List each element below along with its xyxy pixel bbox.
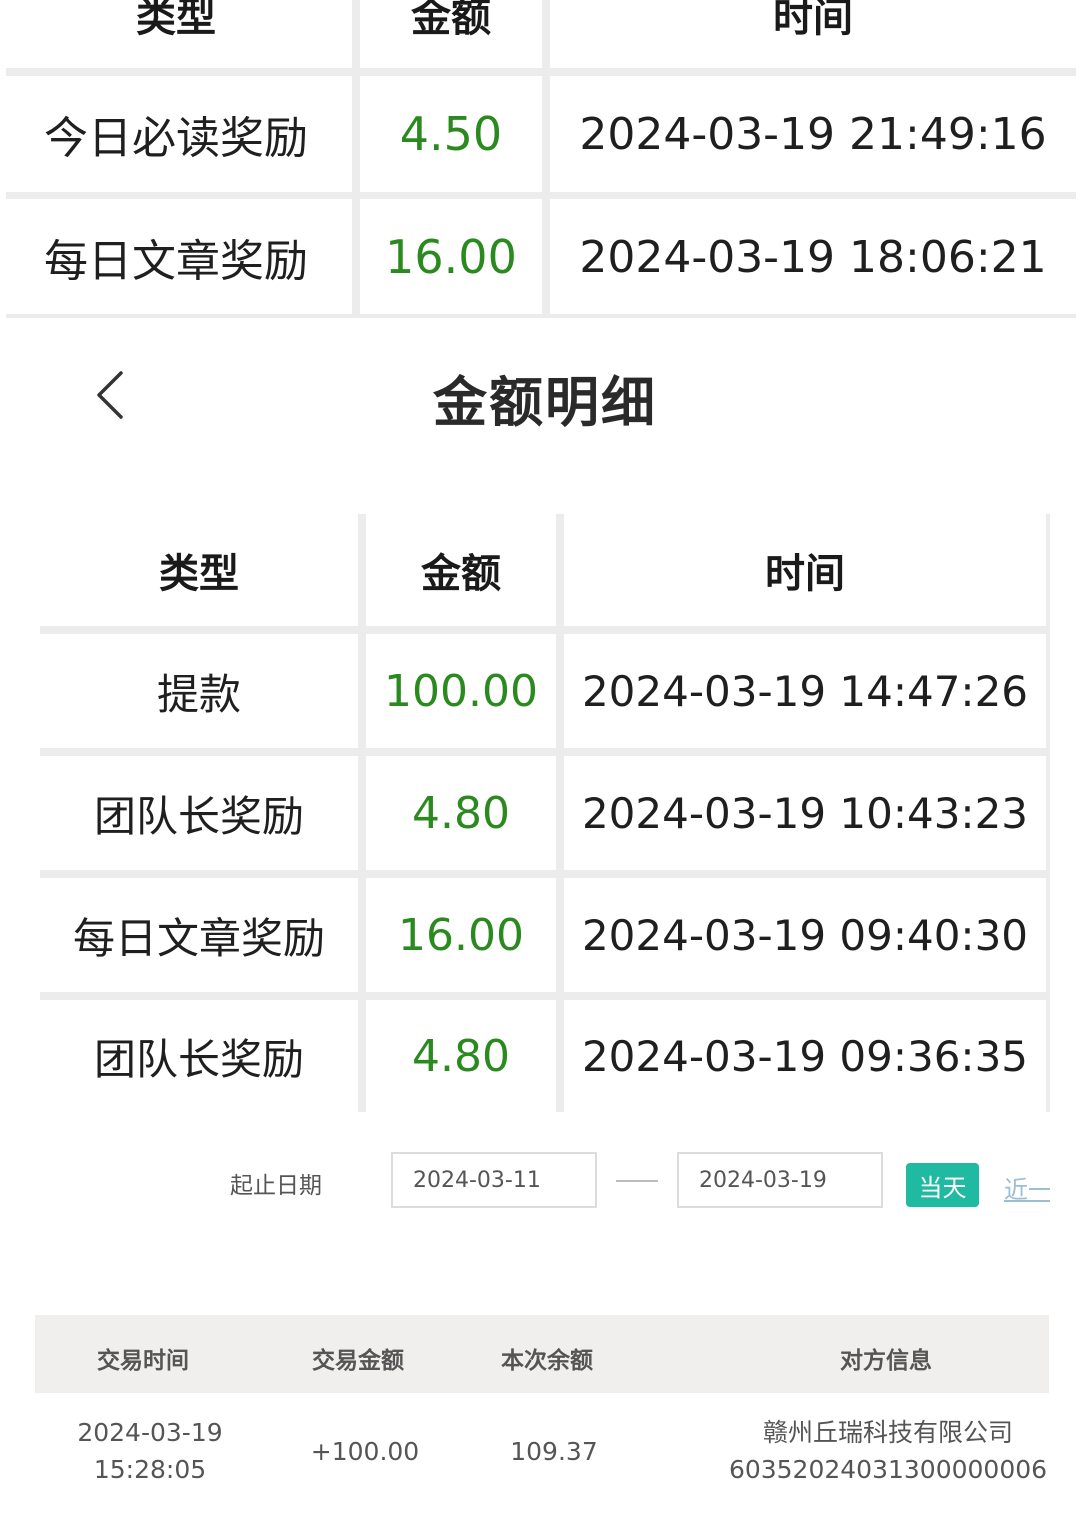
grid-line [542,0,550,316]
date-range-separator [616,1180,658,1182]
grid-line [40,626,1048,634]
tx-row-1-time: 2024-03-19 15:28:05 [60,1414,240,1488]
tx-header-amount: 交易金额 [312,1348,404,1374]
top-row-1-type: 今日必读奖励 [0,76,352,192]
tx-row-1-balance: 109.37 [510,1437,598,1466]
transaction-table-header: 交易时间 交易金额 本次余额 对方信息 [35,1315,1049,1393]
grid-line [6,314,1076,318]
tx-header-counterparty: 对方信息 [840,1348,932,1374]
detail-row-1-time: 2024-03-19 14:47:26 [564,634,1046,748]
tx-row-1-amount: +100.00 [310,1437,420,1466]
tx-header-time: 交易时间 [97,1348,189,1374]
detail-row-3-amount: 16.00 [366,878,556,992]
date-range-label: 起止日期 [230,1173,322,1199]
end-date-input[interactable]: 2024-03-19 [677,1152,883,1208]
grid-line [40,748,1048,756]
grid-line [40,992,1048,1000]
grid-line [40,870,1048,878]
tx-header-balance: 本次余额 [501,1348,593,1374]
detail-header-amount: 金额 [366,514,556,626]
detail-row-1-type: 提款 [40,634,358,748]
top-row-2-amount: 16.00 [360,199,542,315]
detail-header-time: 时间 [564,514,1046,626]
recent-range-link[interactable]: 近一 [1004,1170,1050,1205]
detail-header-type: 类型 [40,514,358,626]
detail-row-4-type: 团队长奖励 [40,1000,358,1112]
detail-row-3-time: 2024-03-19 09:40:30 [564,878,1046,992]
grid-line [358,514,366,1112]
grid-line [556,514,564,1112]
grid-line [6,192,1076,199]
grid-line [352,0,360,316]
tx-row-1-counterparty: 赣州丘瑞科技有限公司 60352024031300000006 [718,1414,1058,1488]
top-row-2-type: 每日文章奖励 [0,199,352,315]
top-amount-table: 类型 金额 时间 今日必读奖励 4.50 2024-03-19 21:49:16… [0,0,1080,320]
today-button[interactable]: 当天 [906,1163,979,1207]
tx-row-1-counterparty-account: 60352024031300000006 [728,1455,1048,1484]
page-title: 金额明细 [433,371,657,434]
grid-line [1046,514,1050,1112]
detail-row-4-time: 2024-03-19 09:36:35 [564,1000,1046,1112]
detail-row-2-type: 团队长奖励 [40,756,358,870]
detail-row-4-amount: 4.80 [366,1000,556,1112]
grid-line [6,68,1076,76]
top-row-2-time: 2024-03-19 18:06:21 [550,199,1076,315]
detail-row-2-time: 2024-03-19 10:43:23 [564,756,1046,870]
start-date-input[interactable]: 2024-03-11 [391,1152,597,1208]
detail-row-2-amount: 4.80 [366,756,556,870]
top-header-type: 类型 [0,0,352,68]
top-row-1-time: 2024-03-19 21:49:16 [550,76,1076,192]
top-header-time: 时间 [550,0,1076,68]
detail-row-1-amount: 100.00 [366,634,556,748]
tx-row-1-date-text: 2024-03-19 [77,1418,223,1447]
tx-row-1-counterparty-name: 赣州丘瑞科技有限公司 [762,1418,1013,1447]
detail-row-3-type: 每日文章奖励 [40,878,358,992]
top-header-amount: 金额 [360,0,542,68]
top-row-1-amount: 4.50 [360,76,542,192]
tx-row-1-time-text: 15:28:05 [93,1455,207,1484]
